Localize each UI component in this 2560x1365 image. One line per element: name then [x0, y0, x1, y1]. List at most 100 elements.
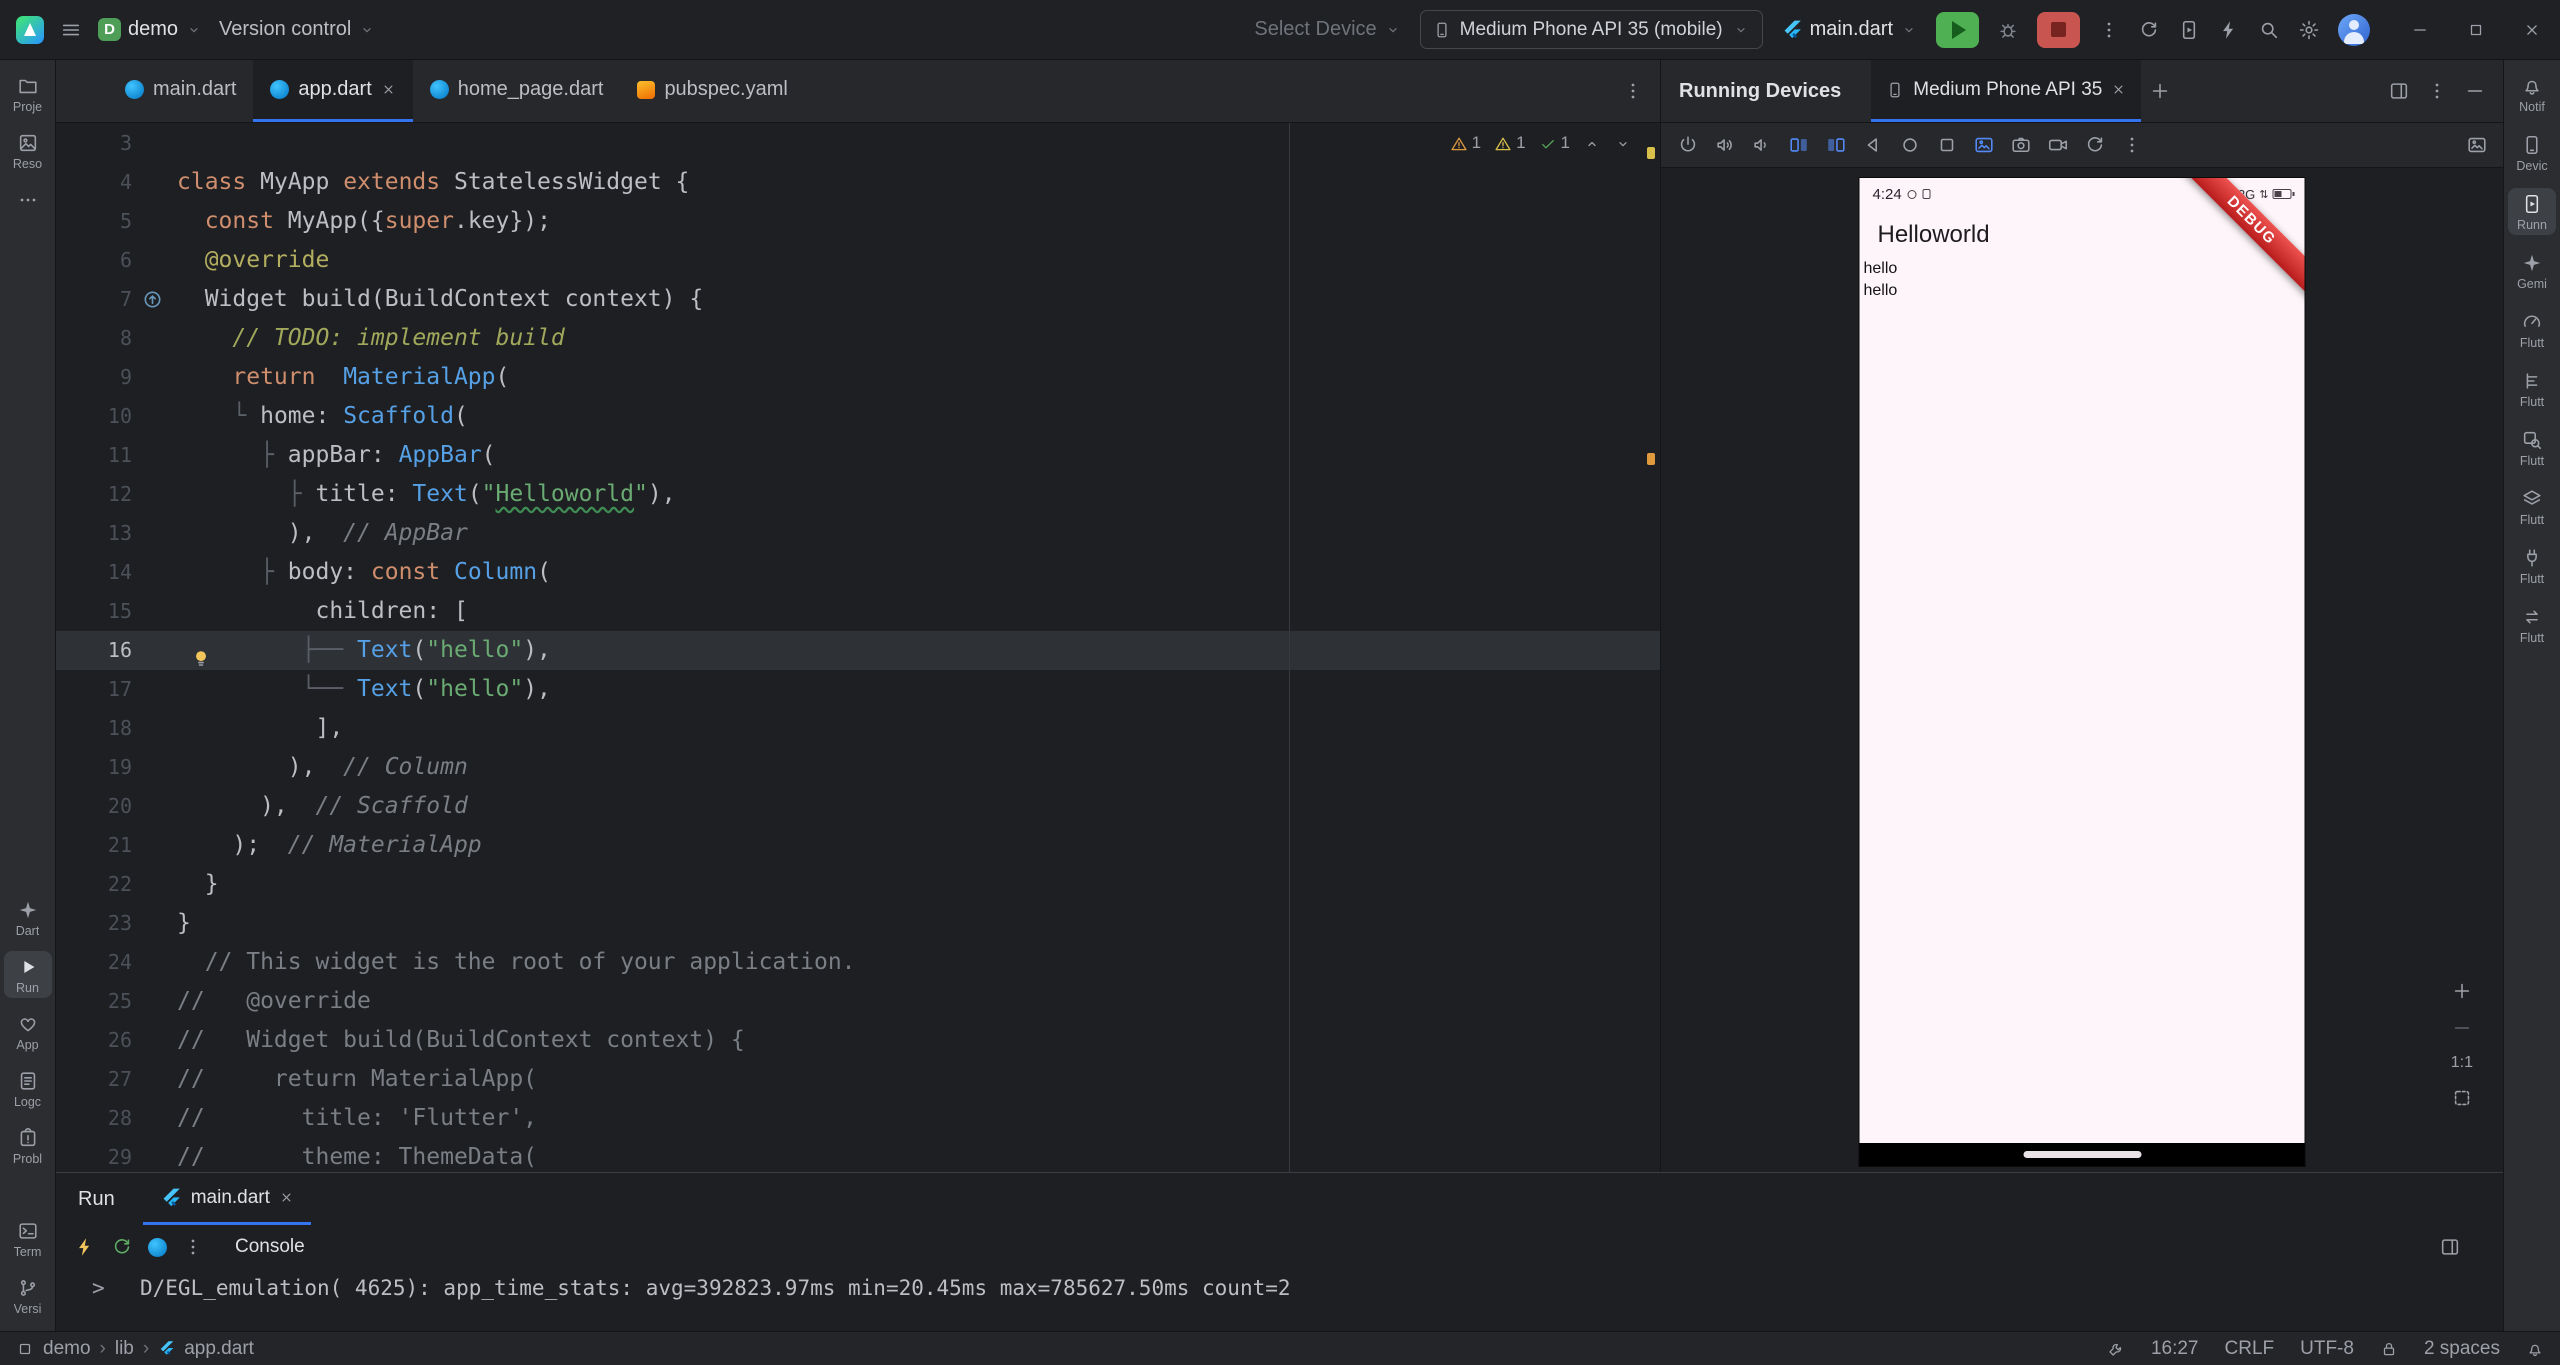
more-run-actions-button[interactable]	[2098, 19, 2120, 41]
fold-left-button[interactable]	[1782, 129, 1815, 162]
code-line-7[interactable]: 7 Widget build(BuildContext context) {	[56, 280, 1660, 319]
tool-button-device-manager[interactable]: Devic	[2508, 129, 2556, 176]
hot-reload-button[interactable]	[74, 1236, 96, 1258]
zoom-out-button[interactable]	[2451, 1017, 2473, 1039]
back-button[interactable]	[1856, 129, 1889, 162]
close-window-button[interactable]	[2504, 0, 2560, 60]
layout-settings-button[interactable]	[2439, 1236, 2461, 1258]
tool-button-version-control[interactable]: Versi	[4, 1272, 52, 1319]
code-line-6[interactable]: 6 @override	[56, 241, 1660, 280]
run-config-dropdown[interactable]: main.dart	[1781, 18, 1918, 41]
vcs-dropdown[interactable]: Version control	[219, 18, 376, 41]
inspections-widget[interactable]: 1 1 1	[1450, 133, 1632, 153]
tool-button-flutter-coverage[interactable]: Flutt	[2508, 483, 2556, 530]
tool-button-flutter-outline[interactable]: Flutt	[2508, 365, 2556, 412]
zoom-reset-button[interactable]: 1:1	[2451, 1054, 2473, 1072]
hide-panel-button[interactable]	[2459, 75, 2491, 107]
zoom-in-button[interactable]	[2451, 980, 2473, 1002]
zoom-fit-button[interactable]	[2451, 1087, 2473, 1109]
search-everywhere-button[interactable]	[2258, 19, 2280, 41]
minimize-button[interactable]	[2392, 0, 2448, 60]
settings-button[interactable]	[2298, 19, 2320, 41]
tool-button-running-devices[interactable]: Runn	[2508, 188, 2556, 235]
file-encoding[interactable]: UTF-8	[2300, 1338, 2354, 1360]
restart-button[interactable]	[2078, 129, 2111, 162]
tool-button-run[interactable]: Run	[4, 951, 52, 998]
code-line-28[interactable]: 28// title: 'Flutter',	[56, 1099, 1660, 1138]
editor-tab-home_page.dart[interactable]: home_page.dart	[413, 60, 621, 122]
ide-services-button[interactable]	[2107, 1340, 2125, 1358]
code-line-3[interactable]: 3	[56, 124, 1660, 163]
code-line-14[interactable]: 14 ├ body: const Column(	[56, 553, 1660, 592]
tool-button-resource-manager[interactable]: Reso	[4, 127, 52, 174]
tool-button-app-quality-insights[interactable]: App	[4, 1008, 52, 1055]
device-selector[interactable]: Medium Phone API 35 (mobile)	[1420, 10, 1763, 49]
device-screen[interactable]: 4:24 3G ⇅ Helloworld hello	[1860, 178, 2305, 1166]
profiler-button[interactable]	[2218, 19, 2240, 41]
code-line-17[interactable]: 17 └── Text("hello"),	[56, 670, 1660, 709]
device-manager-button[interactable]	[2178, 19, 2200, 41]
gesture-bar[interactable]	[1860, 1143, 2305, 1166]
close-tab-button[interactable]	[381, 82, 396, 97]
select-device-dropdown[interactable]: Select Device	[1254, 18, 1401, 41]
code-line-23[interactable]: 23}	[56, 904, 1660, 943]
screenshot-button[interactable]	[1967, 129, 2000, 162]
layout-settings-button[interactable]	[2383, 75, 2415, 107]
maximize-button[interactable]	[2448, 0, 2504, 60]
close-device-tab-button[interactable]	[2111, 82, 2126, 97]
tool-button-notifications[interactable]: Notif	[2508, 70, 2556, 117]
volume-up-button[interactable]	[1708, 129, 1741, 162]
code-line-9[interactable]: 9 return MaterialApp(	[56, 358, 1660, 397]
notifications-button[interactable]	[2526, 1340, 2544, 1358]
flutter-app-icon[interactable]	[148, 1238, 167, 1257]
power-button[interactable]	[1671, 129, 1704, 162]
hot-restart-button[interactable]	[111, 1236, 133, 1258]
tab-options-button[interactable]	[1622, 80, 1644, 102]
volume-down-button[interactable]	[1745, 129, 1778, 162]
editor-tab-app.dart[interactable]: app.dart	[253, 60, 412, 122]
mirroring-settings-button[interactable]	[2460, 129, 2493, 162]
code-editor[interactable]: 34class MyApp extends StatelessWidget {5…	[56, 123, 1660, 1172]
prev-problem-button[interactable]	[1583, 133, 1601, 153]
indent-config[interactable]: 2 spaces	[2424, 1338, 2500, 1360]
code-line-12[interactable]: 12 ├ title: Text("Helloworld"),	[56, 475, 1660, 514]
tool-button-more-tool-windows[interactable]	[4, 184, 52, 214]
code-line-24[interactable]: 24 // This widget is the root of your ap…	[56, 943, 1660, 982]
project-dropdown[interactable]: D demo	[98, 18, 203, 41]
cursor-position[interactable]: 16:27	[2151, 1338, 2199, 1360]
editor-tab-pubspec.yaml[interactable]: pubspec.yaml	[620, 60, 804, 122]
camera-button[interactable]	[2004, 129, 2037, 162]
code-line-25[interactable]: 25// @override	[56, 982, 1660, 1021]
code-line-27[interactable]: 27// return MaterialApp(	[56, 1060, 1660, 1099]
console-prompt[interactable]: >	[92, 1276, 140, 1331]
code-line-13[interactable]: 13 ), // AppBar	[56, 514, 1660, 553]
tool-button-project[interactable]: Proje	[4, 70, 52, 117]
code-line-21[interactable]: 21 ); // MaterialApp	[56, 826, 1660, 865]
console-more-button[interactable]	[182, 1236, 204, 1258]
debug-button[interactable]	[1997, 19, 2019, 41]
code-line-29[interactable]: 29// theme: ThemeData(	[56, 1138, 1660, 1172]
read-only-toggle[interactable]	[2380, 1340, 2398, 1358]
code-line-20[interactable]: 20 ), // Scaffold	[56, 787, 1660, 826]
tool-button-terminal[interactable]: Term	[4, 1215, 52, 1262]
more-actions-button[interactable]	[2115, 129, 2148, 162]
next-problem-button[interactable]	[1614, 133, 1632, 153]
tool-button-gemini[interactable]: Gemi	[2508, 247, 2556, 294]
console-tab[interactable]: Console	[235, 1236, 305, 1258]
tool-button-dart-analysis[interactable]: Dart	[4, 894, 52, 941]
breadcrumb-file[interactable]: app.dart	[184, 1338, 254, 1360]
tool-button-flutter-inspector[interactable]: Flutt	[2508, 424, 2556, 471]
code-line-4[interactable]: 4class MyApp extends StatelessWidget {	[56, 163, 1660, 202]
close-run-tab-button[interactable]	[279, 1190, 294, 1205]
line-separator[interactable]: CRLF	[2225, 1338, 2275, 1360]
code-line-26[interactable]: 26// Widget build(BuildContext context) …	[56, 1021, 1660, 1060]
code-line-18[interactable]: 18 ],	[56, 709, 1660, 748]
code-line-22[interactable]: 22 }	[56, 865, 1660, 904]
overview-button[interactable]	[1930, 129, 1963, 162]
code-line-10[interactable]: 10 └ home: Scaffold(	[56, 397, 1660, 436]
stop-button[interactable]	[2037, 12, 2080, 48]
code-line-19[interactable]: 19 ), // Column	[56, 748, 1660, 787]
device-tab[interactable]: Medium Phone API 35	[1871, 60, 2141, 122]
breadcrumb-lib[interactable]: lib	[115, 1338, 134, 1360]
screen-record-button[interactable]	[2041, 129, 2074, 162]
